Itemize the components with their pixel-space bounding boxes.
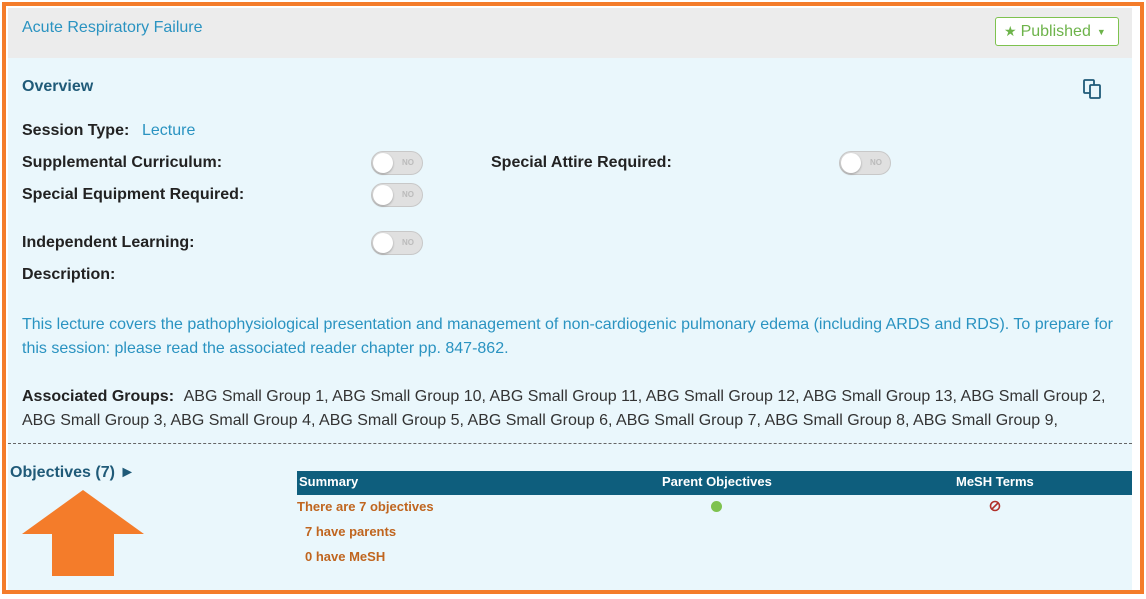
objectives-count: There are 7 objectives: [297, 499, 434, 514]
no-mesh-icon: [989, 500, 1001, 512]
description-text: This lecture covers the pathophysiologic…: [22, 316, 1113, 357]
up-arrow-icon: [22, 490, 144, 576]
header-summary: Summary: [299, 474, 359, 489]
objectives-summary-table: Summary Parent Objectives MeSH Terms: [297, 471, 1132, 495]
section-divider: [8, 443, 1132, 444]
overview-heading: Overview: [22, 78, 94, 95]
independent-learning-label: Independent Learning:: [22, 234, 195, 251]
header-parent-objectives: Parent Objectives: [662, 474, 772, 489]
supplemental-curriculum-toggle[interactable]: NO: [371, 151, 423, 175]
session-type-label: Session Type:: [22, 122, 130, 139]
session-title[interactable]: Acute Respiratory Failure: [22, 19, 203, 37]
associated-groups-list: ABG Small Group 1, ABG Small Group 10, A…: [22, 388, 1106, 429]
header-mesh-terms: MeSH Terms: [956, 474, 1034, 489]
special-equipment-label: Special Equipment Required:: [22, 186, 245, 203]
special-equipment-toggle[interactable]: NO: [371, 183, 423, 207]
description-label: Description:: [22, 266, 116, 283]
caret-down-icon: ▼: [1096, 26, 1106, 37]
independent-learning-toggle[interactable]: NO: [371, 231, 423, 255]
supplemental-curriculum-label: Supplemental Curriculum:: [22, 154, 223, 171]
published-status-button[interactable]: ★ Published ▼: [995, 17, 1119, 46]
objectives-toggle[interactable]: Objectives (7) ►: [10, 464, 135, 482]
star-icon: ★: [1004, 23, 1017, 39]
table-header: Summary Parent Objectives MeSH Terms: [297, 471, 1132, 495]
special-attire-toggle[interactable]: NO: [839, 151, 891, 175]
objectives-with-parents: 7 have parents: [305, 524, 397, 539]
special-attire-label: Special Attire Required:: [491, 154, 672, 171]
associated-groups-label: Associated Groups:: [22, 388, 175, 405]
published-label: Published: [1020, 22, 1091, 40]
parent-status-dot-icon: [711, 501, 722, 512]
session-type-value[interactable]: Lecture: [142, 122, 195, 140]
objectives-with-mesh: 0 have MeSH: [305, 549, 386, 564]
copy-icon[interactable]: [1081, 78, 1103, 100]
associated-groups: Associated Groups: ABG Small Group 1, AB…: [22, 385, 1126, 433]
